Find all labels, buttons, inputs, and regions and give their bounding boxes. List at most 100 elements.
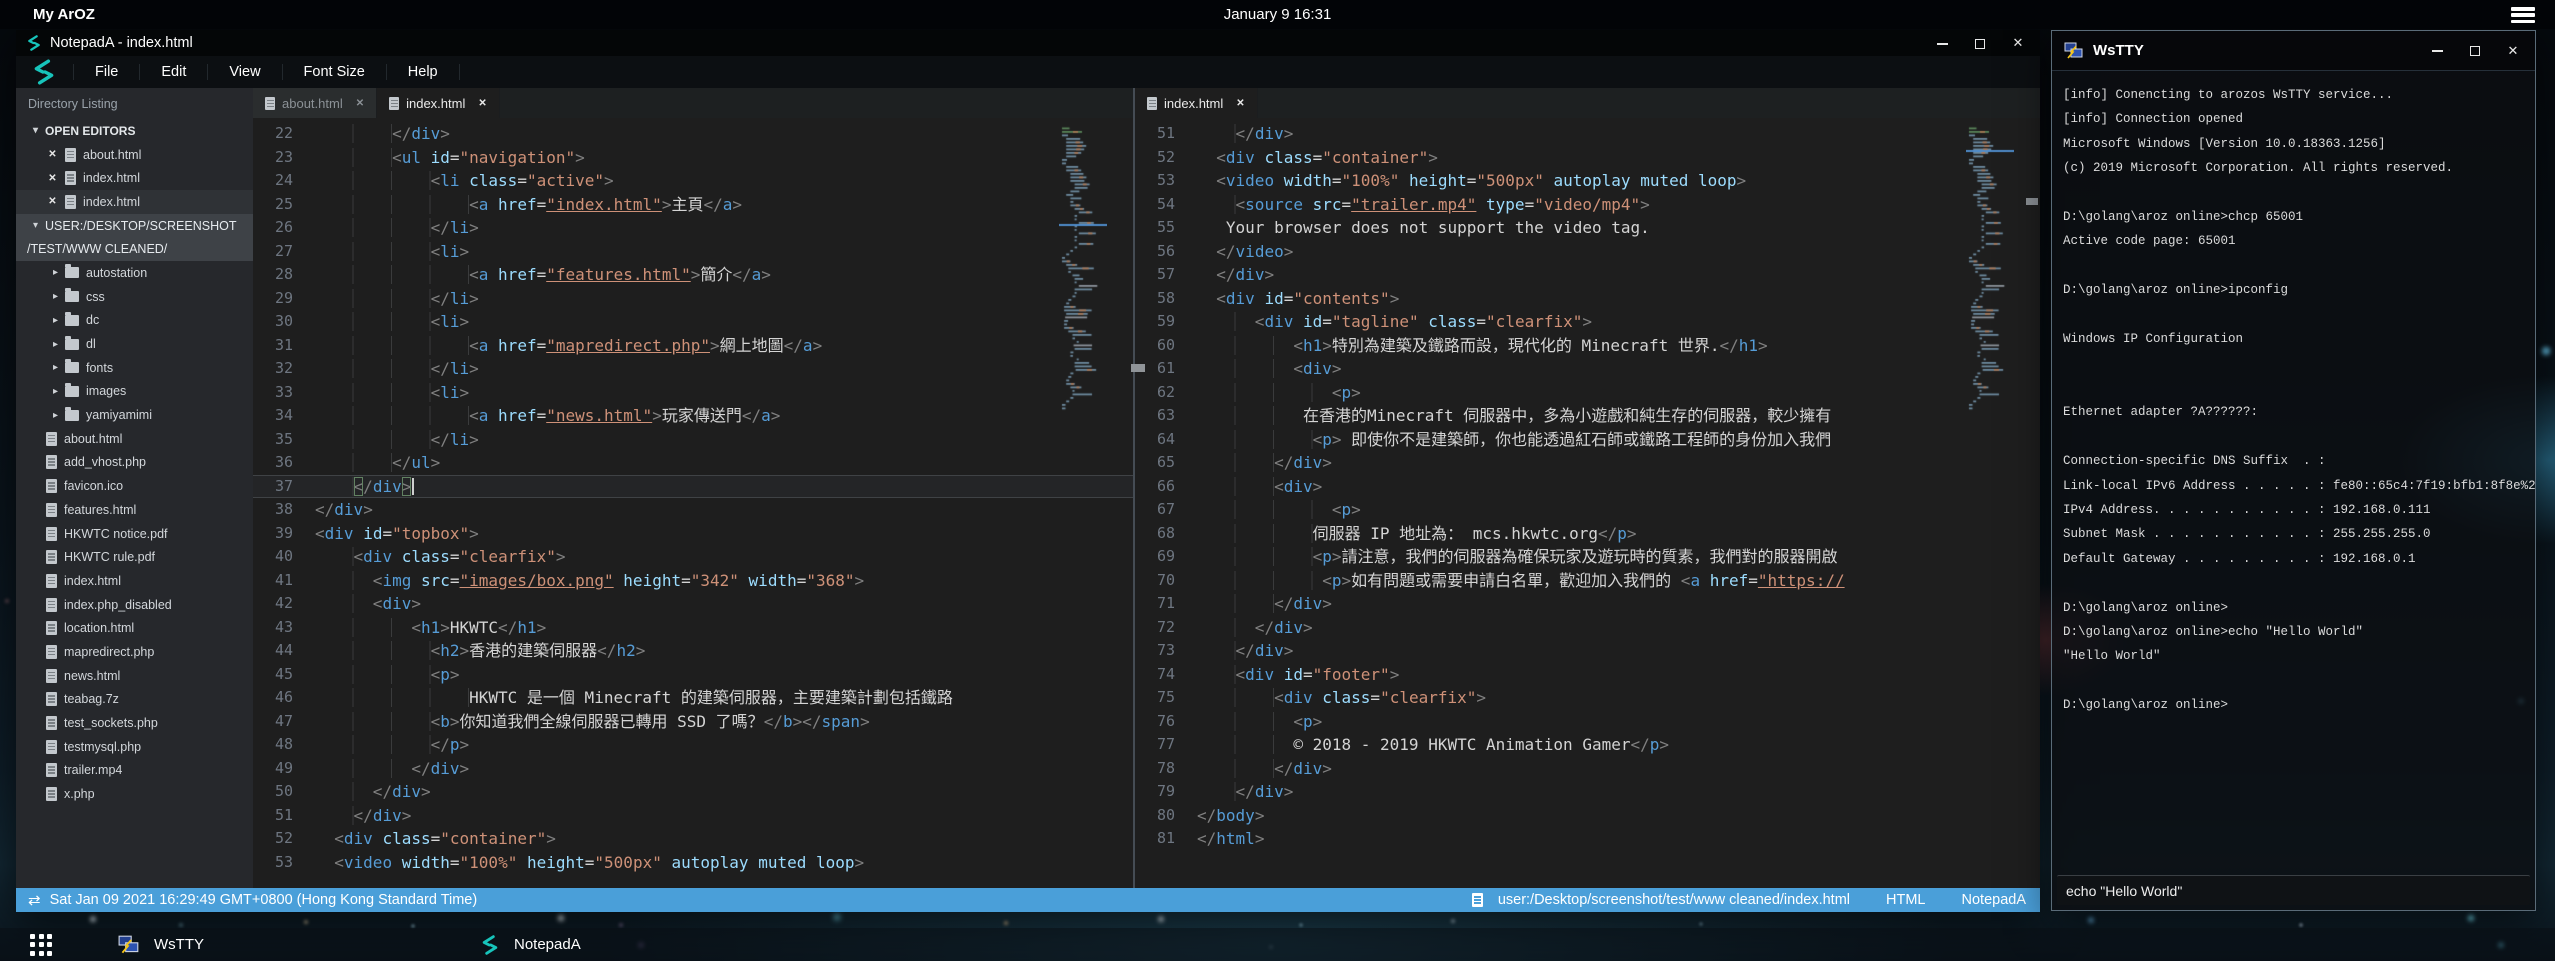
minimap[interactable]: [1966, 124, 2014, 424]
code-line: 81</html>: [1135, 827, 2040, 851]
menu-item-file[interactable]: File: [73, 64, 140, 80]
minimap[interactable]: [1059, 124, 1107, 424]
folder-label: fonts: [86, 361, 113, 375]
close-icon[interactable]: ✕: [1236, 98, 1244, 109]
sidebar-open-editors-header[interactable]: ▾OPEN EDITORS: [16, 119, 253, 143]
taskbar-item-label: WsTTY: [154, 936, 204, 953]
maximize-icon[interactable]: [2467, 43, 2483, 59]
menu-item-font-size[interactable]: Font Size: [283, 64, 387, 80]
sidebar-workspace-root[interactable]: ▾USER:/DESKTOP/SCREENSHOT: [16, 214, 253, 238]
code-editor[interactable]: 22 </div>23 <ul id="navigation">24 <li c…: [253, 118, 1133, 888]
tab-index.html[interactable]: index.html ✕: [1135, 88, 1258, 118]
tab-index.html[interactable]: index.html✕: [377, 88, 500, 118]
minimize-icon[interactable]: [2429, 43, 2445, 59]
sidebar-file-index.html[interactable]: index.html: [16, 569, 253, 593]
sidebar-file-testmysql.php[interactable]: testmysql.php: [16, 735, 253, 759]
sidebar-file-index.php-disabled[interactable]: index.php_disabled: [16, 593, 253, 617]
sidebar-file-mapredirect.php[interactable]: mapredirect.php: [16, 640, 253, 664]
code-text: </div>: [1186, 757, 2040, 781]
sidebar-file-teabag.7z[interactable]: teabag.7z: [16, 688, 253, 712]
maximize-icon[interactable]: [1972, 35, 1988, 51]
close-icon[interactable]: ✕: [46, 196, 59, 207]
menu-item-view[interactable]: View: [208, 64, 282, 80]
sidebar-file-location.html[interactable]: location.html: [16, 616, 253, 640]
file-label: favicon.ico: [64, 479, 123, 493]
line-number: 50: [253, 780, 304, 804]
line-number: 29: [253, 287, 304, 311]
line-number: 28: [253, 263, 304, 287]
open-editor-item[interactable]: ✕about.html: [16, 143, 253, 167]
sidebar-file-x.php[interactable]: x.php: [16, 782, 253, 806]
app-grid-icon[interactable]: [30, 934, 52, 956]
close-icon[interactable]: ✕: [2010, 35, 2026, 51]
minimize-icon[interactable]: [1934, 35, 1950, 51]
code-text: <div>: [1186, 357, 2040, 381]
sidebar-file-test-sockets.php[interactable]: test_sockets.php: [16, 711, 253, 735]
line-number: 22: [253, 122, 304, 146]
close-icon[interactable]: ✕: [478, 98, 486, 109]
chevron-right-icon: ▸: [49, 315, 62, 326]
code-line: 32 </li>: [253, 357, 1133, 381]
close-icon[interactable]: ✕: [356, 98, 364, 109]
menu-item-help[interactable]: Help: [387, 64, 460, 80]
open-editor-item[interactable]: ✕index.html: [16, 166, 253, 190]
notepada-titlebar[interactable]: NotepadA - index.html ✕: [16, 30, 2040, 56]
code-line: 25 <a href="index.html">主頁</a>: [253, 193, 1133, 217]
open-editor-item[interactable]: ✕index.html: [16, 190, 253, 214]
sidebar-file-HKWTC-notice.pdf[interactable]: HKWTC notice.pdf: [16, 522, 253, 546]
code-line: 39<div id="topbox">: [253, 522, 1133, 546]
file-label: location.html: [64, 621, 134, 635]
wstty-titlebar[interactable]: WsTTY ✕: [2052, 31, 2535, 71]
code-line: 50 </div>: [253, 780, 1133, 804]
code-text: <a href="index.html">主頁</a>: [304, 193, 1133, 217]
close-icon[interactable]: ✕: [46, 149, 59, 160]
statusbar-appname: NotepadA: [1962, 892, 2027, 908]
menu-item-edit[interactable]: Edit: [140, 64, 208, 80]
window-title: WsTTY: [2093, 42, 2144, 59]
sidebar-file-news.html[interactable]: news.html: [16, 664, 253, 688]
line-number: 36: [253, 451, 304, 475]
sidebar-folder-dl[interactable]: ▸dl: [16, 332, 253, 356]
sidebar-file-features.html[interactable]: features.html: [16, 498, 253, 522]
sidebar-folder-fonts[interactable]: ▸fonts: [16, 356, 253, 380]
scrollbar-thumb[interactable]: [2026, 198, 2038, 205]
code-line: 34 <a href="news.html">玩家傳送門</a>: [253, 404, 1133, 428]
folder-icon: [65, 315, 79, 326]
taskbar-item-notepada[interactable]: NotepadA: [454, 928, 816, 961]
terminal-input[interactable]: echo "Hello World": [2057, 875, 2530, 905]
code-line: 48 </p>: [253, 733, 1133, 757]
sidebar-file-HKWTC-rule.pdf[interactable]: HKWTC rule.pdf: [16, 545, 253, 569]
code-text: </div>: [304, 498, 1133, 522]
code-text: <b>你知道我們全線伺服器已轉用 SSD 了嗎？</b></span>: [304, 710, 1133, 734]
code-editor[interactable]: 51 </div>52 <div class="container">53 <v…: [1135, 118, 2040, 888]
close-icon[interactable]: ✕: [2505, 43, 2521, 59]
sidebar-file-favicon.ico[interactable]: favicon.ico: [16, 474, 253, 498]
statusbar-language: HTML: [1886, 892, 1925, 908]
sidebar-file-add-vhost.php[interactable]: add_vhost.php: [16, 451, 253, 475]
line-number: 75: [1135, 686, 1186, 710]
code-line: 53 <video width="100%" height="500px" au…: [253, 851, 1133, 875]
sidebar-header: Directory Listing: [16, 88, 253, 119]
sidebar-folder-images[interactable]: ▸images: [16, 380, 253, 404]
sidebar-folder-autostation[interactable]: ▸autostation: [16, 261, 253, 285]
tab-label: index.html: [1164, 96, 1223, 111]
html-file-icon: [65, 171, 76, 185]
taskbar-item-wstty[interactable]: WsTTY: [92, 928, 454, 961]
sidebar-folder-css[interactable]: ▸css: [16, 285, 253, 309]
code-line: 76 <p>: [1135, 710, 2040, 734]
code-text: </div>: [304, 122, 1133, 146]
line-number: 51: [253, 804, 304, 828]
line-number: 70: [1135, 569, 1186, 593]
close-icon[interactable]: ✕: [46, 173, 59, 184]
splitter-handle[interactable]: [1131, 364, 1145, 372]
code-line: 58 <div id="contents">: [1135, 287, 2040, 311]
hamburger-icon[interactable]: [2511, 7, 2535, 23]
code-text: <li>: [304, 381, 1133, 405]
sidebar-folder-dc[interactable]: ▸dc: [16, 309, 253, 333]
sidebar-folder-yamiyamimi[interactable]: ▸yamiyamimi: [16, 403, 253, 427]
tab-label: about.html: [282, 96, 343, 111]
tab-about.html[interactable]: about.html ✕: [253, 88, 377, 118]
sidebar-file-about.html[interactable]: about.html: [16, 427, 253, 451]
sidebar-file-trailer.mp4[interactable]: trailer.mp4: [16, 759, 253, 783]
line-number: 71: [1135, 592, 1186, 616]
